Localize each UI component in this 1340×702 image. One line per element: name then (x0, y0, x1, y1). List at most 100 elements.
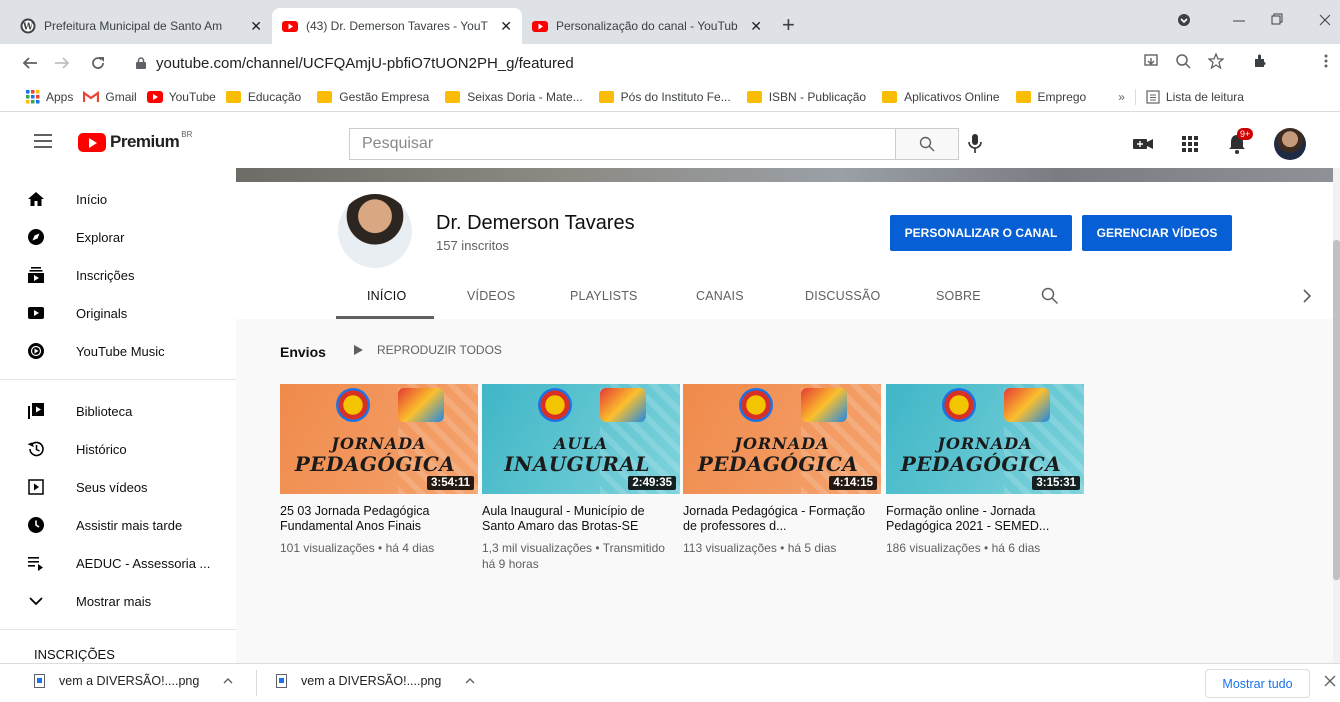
chevron-right-icon[interactable] (1302, 289, 1312, 303)
notifications-badge: 9+ (1237, 128, 1254, 140)
reload-icon[interactable] (90, 55, 106, 71)
sidebar-item-seus-videos[interactable]: Seus vídeos (0, 468, 236, 506)
bookmark-gmail[interactable]: Gmail (83, 89, 137, 104)
bookmark-folder[interactable]: ISBN - Publicação (746, 90, 866, 104)
download-item[interactable]: vem a DIVERSÃO!....png (34, 674, 233, 688)
customize-channel-button[interactable]: PERSONALIZAR O CANAL (890, 215, 1072, 251)
new-tab-button[interactable]: + (782, 12, 795, 38)
sidebar-item-label: Início (76, 191, 108, 207)
sidebar-item-biblioteca[interactable]: Biblioteca (0, 392, 236, 430)
video-card[interactable]: JORNADA PEDAGÓGICA 4:14:15 Jornada Pedagógi… (683, 384, 881, 556)
play-all-button[interactable]: REPRODUZIR TODOS (354, 343, 502, 357)
tab-sobre[interactable]: SOBRE (936, 289, 981, 303)
video-title[interactable]: Formação online - Jornada Pedagógica 202… (886, 504, 1084, 534)
video-meta: 101 visualizações • há 4 dias (280, 541, 435, 555)
channel-main: Dr. Demerson Tavares 157 inscritos PERSO… (236, 168, 1333, 663)
tab-search-icon[interactable] (1176, 12, 1192, 28)
bookmark-label: Gmail (105, 89, 137, 104)
address-bar[interactable]: youtube.com/channel/UCFQAmjU-pbfiO7tUON2… (124, 49, 1124, 77)
search-input[interactable]: Pesquisar (349, 128, 896, 160)
video-thumbnail[interactable]: JORNADA PEDAGÓGICA 3:15:31 (886, 384, 1084, 494)
restore-icon[interactable] (1270, 12, 1284, 28)
video-card[interactable]: JORNADA PEDAGÓGICA 3:54:11 25 03 Jornada Pe… (280, 384, 478, 556)
sidebar-item-explorar[interactable]: Explorar (0, 218, 236, 256)
microphone-icon[interactable] (968, 134, 982, 154)
download-filename: vem a DIVERSÃO!....png (301, 674, 442, 688)
bookmark-folder[interactable]: Pós do Instituto Fe... (598, 90, 731, 104)
close-window-icon[interactable] (1318, 12, 1332, 28)
chevron-up-icon[interactable] (465, 677, 475, 685)
url-text: youtube.com/channel/UCFQAmjU-pbfiO7tUON2… (156, 54, 574, 72)
video-thumbnail[interactable]: AULA INAUGURAL 2:49:35 (482, 384, 680, 494)
create-video-icon[interactable] (1132, 136, 1154, 152)
search-button[interactable] (895, 128, 959, 160)
bookmark-folder[interactable]: Educação (225, 90, 301, 104)
video-title[interactable]: Jornada Pedagógica - Formação de profess… (683, 504, 881, 534)
account-avatar[interactable] (1274, 128, 1306, 160)
youtube-premium-logo[interactable]: Premium BR (78, 130, 193, 152)
tab-videos[interactable]: VÍDEOS (467, 289, 515, 303)
close-downloads-icon[interactable] (1324, 675, 1336, 687)
video-duration: 3:54:11 (426, 476, 474, 490)
scrollbar-thumb[interactable] (1333, 240, 1340, 580)
bookmark-youtube[interactable]: YouTube (146, 90, 216, 104)
tab-inicio[interactable]: INÍCIO (367, 289, 406, 303)
apps-grid-icon[interactable] (1182, 136, 1198, 152)
install-icon[interactable] (1143, 53, 1159, 69)
thumbnail-heading: JORNADA (937, 434, 1033, 453)
video-title[interactable]: 25 03 Jornada Pedagógica Fundamental Ano… (280, 504, 478, 534)
bookmark-apps[interactable]: Apps (26, 89, 73, 104)
chevron-up-icon[interactable] (223, 677, 233, 685)
video-thumbnail[interactable]: JORNADA PEDAGÓGICA 3:54:11 (280, 384, 478, 494)
sidebar-show-more[interactable]: Mostrar mais (0, 582, 236, 620)
download-item[interactable]: vem a DIVERSÃO!....png (276, 674, 475, 688)
tab-discussao[interactable]: DISCUSSÃO (805, 289, 880, 303)
channel-search-icon[interactable] (1041, 287, 1059, 305)
sidebar-item-assistir-mais-tarde[interactable]: Assistir mais tarde (0, 506, 236, 544)
video-card[interactable]: JORNADA PEDAGÓGICA 3:15:31 Formação online … (886, 384, 1084, 556)
close-tab-icon[interactable]: ✕ (250, 18, 262, 35)
video-meta: 1,3 mil visualizações • Transmitido há 9… (482, 541, 665, 571)
browser-tab[interactable]: W Prefeitura Municipal de Santo Am ✕ (10, 8, 272, 44)
manage-videos-button[interactable]: GERENCIAR VÍDEOS (1082, 215, 1232, 251)
bookmark-folder[interactable]: Aplicativos Online (882, 90, 1000, 104)
browser-tab-active[interactable]: (43) Dr. Demerson Tavares - YouT ✕ (272, 8, 522, 44)
sidebar-item-originals[interactable]: Originals (0, 294, 236, 332)
sidebar-item-playlist-aeduc[interactable]: AEDUC - Assessoria ... (0, 544, 236, 582)
menu-kebab-icon[interactable] (1323, 53, 1329, 69)
page-scrollbar[interactable] (1333, 168, 1340, 663)
browser-tab[interactable]: Personalização do canal - YouTub ✕ (522, 8, 772, 44)
logo-region: BR (181, 130, 193, 139)
tab-canais[interactable]: CANAIS (696, 289, 744, 303)
sidebar-item-historico[interactable]: Histórico (0, 430, 236, 468)
tab-playlists[interactable]: PLAYLISTS (570, 289, 638, 303)
bookmarks-overflow-button[interactable]: » (1118, 90, 1125, 104)
sidebar-item-inscricoes[interactable]: Inscrições (0, 256, 236, 294)
video-card[interactable]: AULA INAUGURAL 2:49:35 Aula Inaugural - Mun… (482, 384, 680, 572)
sidebar-item-inicio[interactable]: Início (0, 180, 236, 218)
bookmark-folder[interactable]: Gestão Empresa (317, 90, 429, 104)
bookmark-folder[interactable]: Emprego (1015, 90, 1086, 104)
minimize-icon[interactable] (1232, 12, 1246, 28)
search-placeholder: Pesquisar (362, 135, 434, 152)
folder-icon (746, 90, 762, 103)
bookmark-folder[interactable]: Seixas Doria - Mate... (445, 90, 583, 104)
your-videos-icon (28, 479, 44, 495)
forward-icon[interactable] (54, 56, 70, 70)
reading-list-button[interactable]: Lista de leitura (1146, 90, 1244, 104)
close-tab-icon[interactable]: ✕ (750, 18, 762, 35)
menu-hamburger-icon[interactable] (34, 134, 52, 152)
extensions-icon[interactable] (1252, 53, 1268, 69)
zoom-icon[interactable] (1175, 53, 1191, 69)
youtube-icon (532, 21, 548, 32)
folder-icon (882, 90, 898, 103)
video-duration: 2:49:35 (628, 476, 676, 490)
show-all-downloads-button[interactable]: Mostrar tudo (1205, 669, 1310, 698)
video-title[interactable]: Aula Inaugural - Município de Santo Amar… (482, 504, 680, 534)
sidebar-item-youtube-music[interactable]: YouTube Music (0, 332, 236, 370)
back-icon[interactable] (22, 56, 38, 70)
close-tab-icon[interactable]: ✕ (500, 18, 512, 35)
video-thumbnail[interactable]: JORNADA PEDAGÓGICA 4:14:15 (683, 384, 881, 494)
star-icon[interactable] (1208, 53, 1224, 69)
folder-icon (317, 90, 333, 103)
